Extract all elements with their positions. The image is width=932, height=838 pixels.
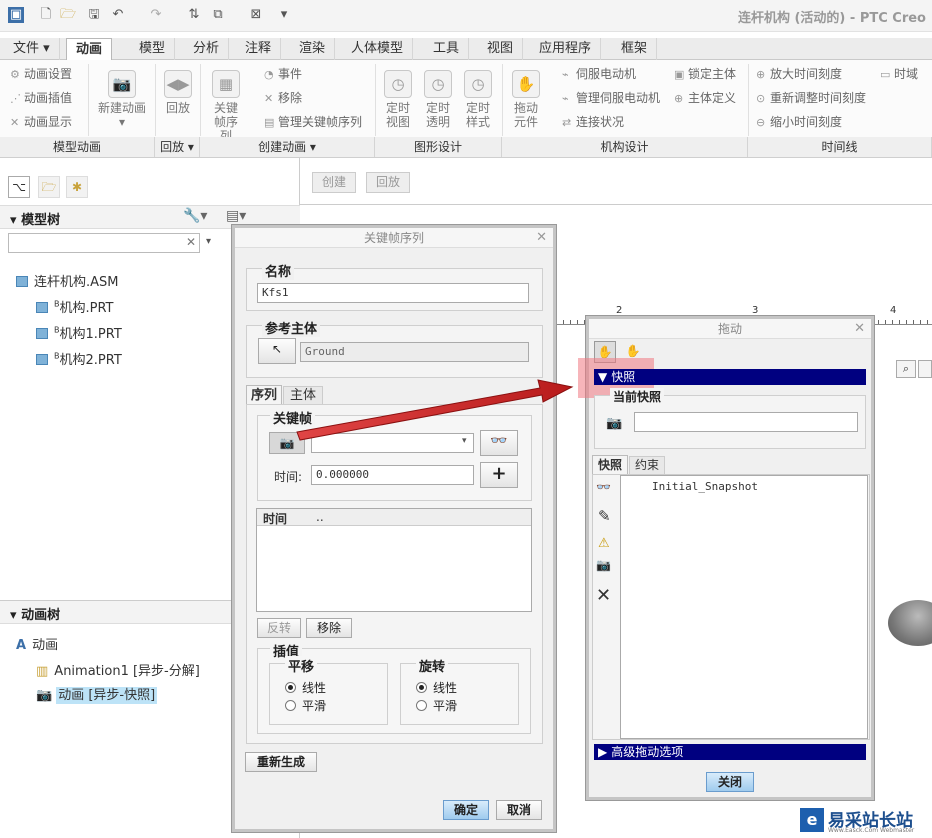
- watermark: e 易采站长站 Www.Easck.Com Webmaster: [798, 804, 932, 838]
- watermark-logo: e: [800, 808, 824, 832]
- annotation-arrow: [296, 379, 574, 441]
- watermark-sub: Www.Easck.Com Webmaster: [828, 827, 915, 834]
